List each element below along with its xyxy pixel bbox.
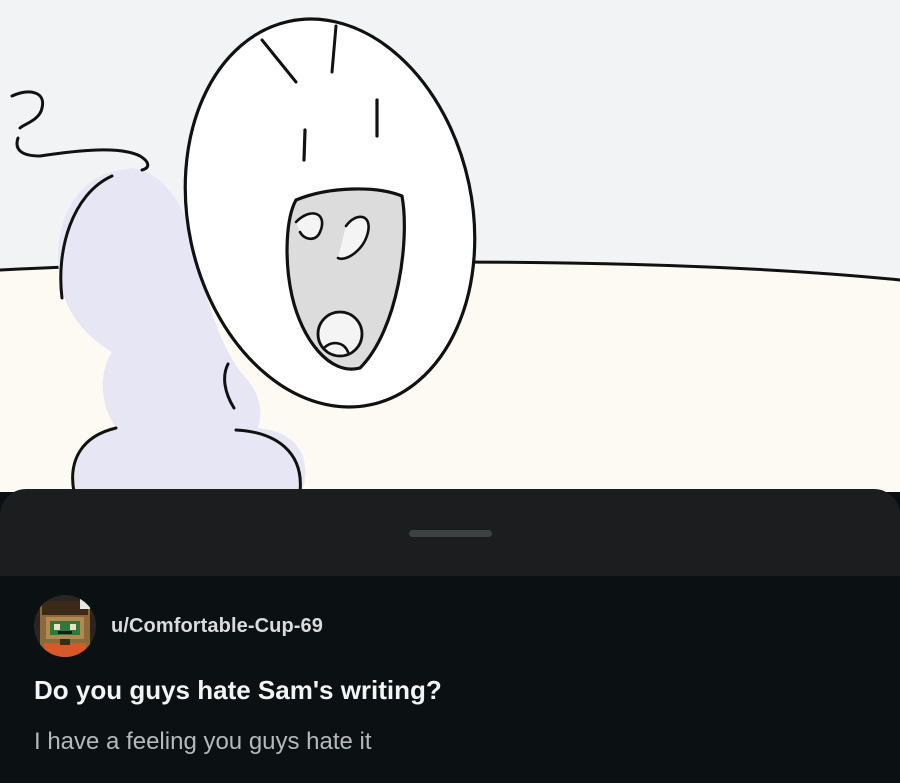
- post-details: u/Comfortable-Cup-69 Do you guys hate Sa…: [0, 576, 900, 783]
- author-username[interactable]: u/Comfortable-Cup-69: [111, 615, 323, 638]
- pixel-character-avatar-icon[interactable]: [34, 595, 96, 657]
- bottom-sheet[interactable]: [0, 489, 900, 576]
- cartoon-angry-character-icon: [0, 0, 900, 492]
- author-row[interactable]: u/Comfortable-Cup-69: [34, 594, 323, 658]
- post-image[interactable]: [0, 0, 900, 492]
- sheet-drag-handle[interactable]: [409, 530, 492, 537]
- screen: u/Comfortable-Cup-69 Do you guys hate Sa…: [0, 0, 900, 783]
- post-title: Do you guys hate Sam's writing?: [34, 675, 442, 705]
- post-body-text: I have a feeling you guys hate it: [34, 728, 372, 755]
